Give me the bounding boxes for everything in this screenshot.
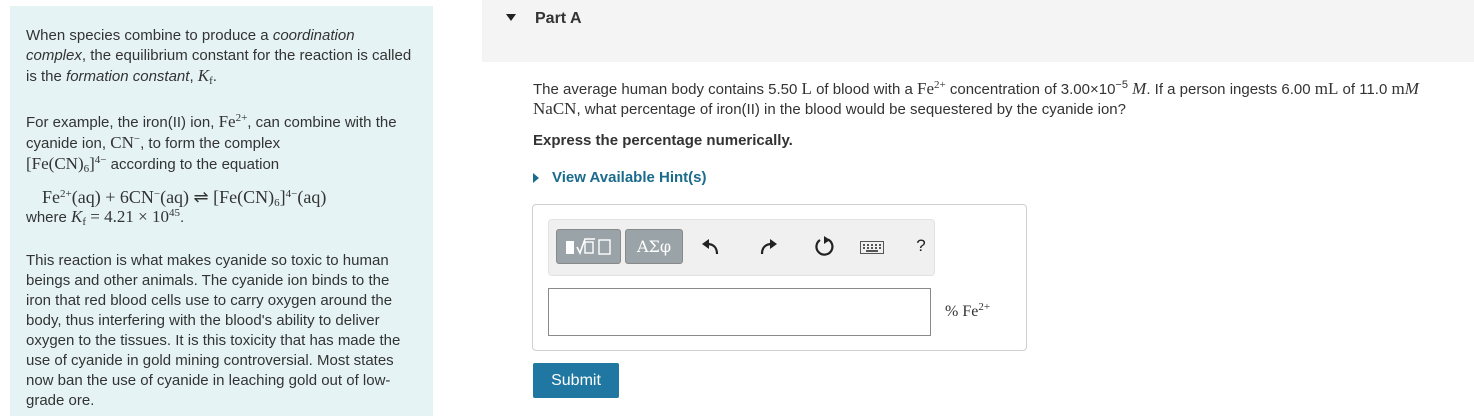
unit-milliliters: mL (1314, 79, 1339, 98)
caret-right-icon (533, 172, 539, 183)
hint-label: View Available Hint(s) (552, 169, 707, 186)
answer-field[interactable] (548, 288, 931, 336)
keyboard-icon[interactable] (860, 235, 884, 259)
intro-panel: When species combine to produce a coordi… (10, 6, 433, 416)
complex-formula: [Fe(CN)6]4− (26, 154, 107, 175)
nacn-formula: NaCN (533, 99, 577, 118)
unit-millimolar: mM (1391, 79, 1419, 98)
fe-ion: Fe2+ (916, 79, 946, 98)
question-text: The average human body contains 5.50 L o… (533, 79, 1419, 118)
templates-icon (565, 237, 611, 255)
term-formation-constant: formation constant (66, 68, 190, 85)
templates-button[interactable] (556, 229, 621, 264)
answer-unit: % Fe2+ (945, 301, 991, 321)
submit-button[interactable]: Submit (533, 363, 619, 398)
redo-icon[interactable] (756, 235, 780, 259)
part-title: Part A (535, 10, 582, 27)
intro-paragraph: When species combine to produce a coordi… (26, 27, 412, 87)
answer-panel: ΑΣφ ? % Fe2+ (532, 204, 1027, 351)
reset-icon[interactable] (813, 235, 837, 259)
unit-molar: M (1132, 79, 1147, 98)
answer-input[interactable] (549, 289, 930, 335)
disclosure-triangle-icon[interactable] (506, 14, 516, 21)
fe-ion: Fe2+ (218, 112, 248, 131)
exponent: −5 (1115, 79, 1128, 91)
kf-symbol: Kf (197, 66, 213, 87)
view-hints-link[interactable]: View Available Hint(s) (533, 169, 707, 186)
toxicity-paragraph: This reaction is what makes cyanide so t… (26, 252, 401, 409)
cn-ion: CN− (110, 133, 141, 152)
unit-liters: L (801, 79, 812, 98)
part-header[interactable]: Part A (482, 0, 1474, 62)
equation: Fe2+(aq) + 6CN−(aq) ⇌ [Fe(CN)6]4−(aq) (42, 187, 327, 209)
intro-text: , (189, 68, 198, 85)
example-paragraph: For example, the iron(II) ion, Fe2+, can… (26, 112, 397, 175)
kf-value: Kf = 4.21 × 1045 (71, 207, 180, 228)
undo-icon[interactable] (699, 235, 723, 259)
instruction-text: Express the percentage numerically. (533, 132, 793, 149)
math-toolbar: ΑΣφ ? (548, 219, 935, 276)
help-icon[interactable]: ? (909, 234, 933, 258)
symbols-button[interactable]: ΑΣφ (625, 229, 683, 264)
intro-text: When species combine to produce a (26, 27, 273, 44)
kf-value-line: where Kf = 4.21 × 1045. (26, 207, 185, 228)
